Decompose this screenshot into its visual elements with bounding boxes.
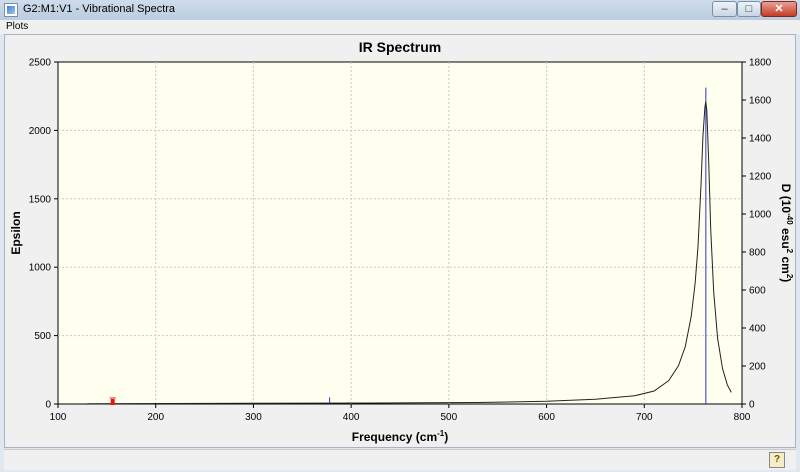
x-tick-label: 500 [441,412,458,423]
y-axis-label: Epsilon [9,211,23,254]
y-tick-label: 2500 [29,58,52,69]
status-bar: Frequency (cm-1) = 155.961, D (10-40 esu… [4,449,796,470]
y2-tick-label: 1000 [749,210,772,221]
y-axis-right: 0 200 400 600 800 1000 1200 1400 1600 1800 [742,58,772,411]
y-tick-label: 1000 [29,263,52,274]
y-tick-label: 500 [34,331,51,342]
y2-tick-label: 200 [749,362,766,373]
x-tick-label: 800 [734,412,751,423]
x-tick-label: 200 [147,412,164,423]
x-tick-label: 700 [636,412,653,423]
y2-tick-label: 600 [749,286,766,297]
y2-tick-label: 1200 [749,172,772,183]
x-axis-label: Frequency (cm-1) [352,429,448,444]
y2-tick-label: 400 [749,324,766,335]
ir-spectrum-chart[interactable]: 100 200 300 400 500 600 700 800 0 500 1000 1500 200… [0,0,800,449]
selected-peak-box [110,399,115,405]
y2-tick-label: 0 [749,400,755,411]
x-tick-label: 600 [538,412,555,423]
y2-tick-label: 1400 [749,134,772,145]
x-tick-label: 300 [245,412,262,423]
y-axis-left: 0 500 1000 1500 2000 2500 [29,58,58,411]
y2-axis-label: D (10-40 esu2 cm2) [779,184,794,283]
y2-tick-label: 1800 [749,58,772,69]
plot-area[interactable] [57,61,743,405]
y-tick-label: 2000 [29,126,52,137]
x-axis: 100 200 300 400 500 600 700 800 [50,404,751,423]
help-button[interactable]: ? [769,452,785,468]
y-tick-label: 0 [45,400,51,411]
y2-tick-label: 800 [749,248,766,259]
y2-tick-label: 1600 [749,96,772,107]
y-tick-label: 1500 [29,194,52,205]
x-tick-label: 400 [343,412,360,423]
x-tick-label: 100 [50,412,67,423]
